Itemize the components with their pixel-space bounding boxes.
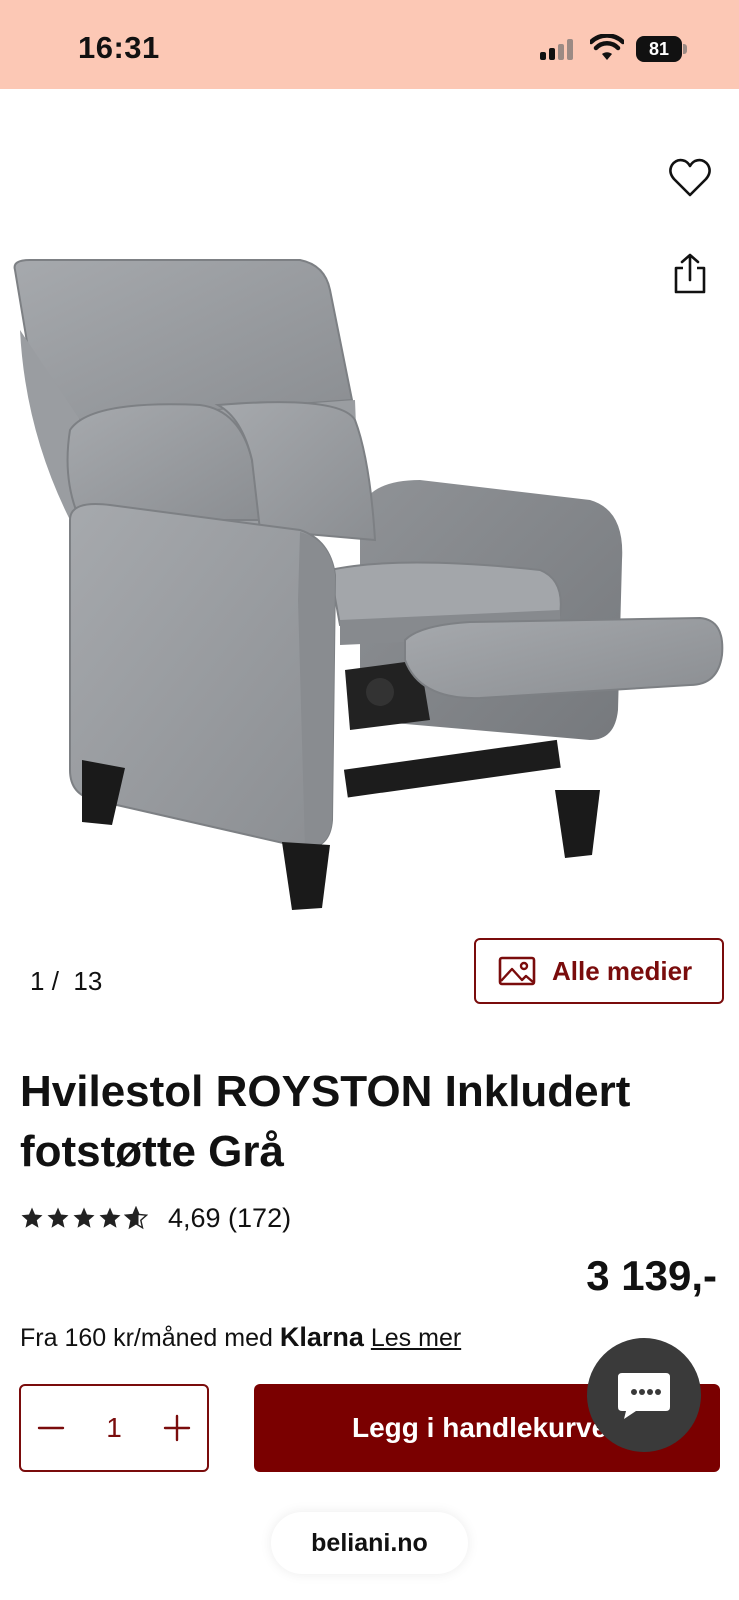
share-icon[interactable] xyxy=(670,252,710,296)
status-bar: 16:31 81 xyxy=(0,0,739,89)
favorite-heart-icon[interactable] xyxy=(666,154,714,202)
gallery-pager: 1 / 13 xyxy=(30,966,102,997)
klarna-logo: Klarna xyxy=(279,1322,364,1352)
star-icon xyxy=(99,1207,121,1228)
chat-bubble-icon xyxy=(618,1373,670,1419)
star-icon xyxy=(47,1207,69,1228)
star-icon xyxy=(21,1207,43,1228)
battery-icon: 81 xyxy=(636,36,688,62)
product-title: Hvilestol ROYSTON Inkludert fotstøtte Gr… xyxy=(20,1067,631,1176)
financing-read-more-link[interactable]: Les mer xyxy=(371,1324,461,1352)
battery-level: 81 xyxy=(636,36,682,62)
star-half-icon xyxy=(124,1206,148,1230)
rating-text: 4,69 (172) xyxy=(168,1202,292,1233)
product-price: 3 139,- xyxy=(586,1252,717,1299)
product-rating[interactable]: 4,69 (172) xyxy=(20,1200,291,1236)
add-to-cart-label: Legg i handlekurven xyxy=(352,1412,625,1443)
gallery-index: 1 xyxy=(30,966,45,996)
status-time: 16:31 xyxy=(78,30,160,65)
wifi-icon xyxy=(590,34,624,60)
gallery-separator: / xyxy=(51,966,59,996)
chat-button[interactable] xyxy=(587,1338,701,1452)
quantity-value[interactable]: 1 xyxy=(81,1412,147,1444)
cellular-signal-icon xyxy=(540,38,576,60)
minus-icon[interactable] xyxy=(31,1408,71,1448)
product-image[interactable] xyxy=(0,100,739,930)
plus-icon[interactable] xyxy=(157,1408,197,1448)
rating-stars xyxy=(20,1206,150,1230)
financing-info: Fra 160 kr/måned med Klarna Les mer xyxy=(20,1322,461,1353)
star-icon xyxy=(73,1207,95,1228)
quantity-stepper: 1 xyxy=(19,1384,209,1472)
all-media-label: Alle medier xyxy=(552,955,693,986)
gallery-total: 13 xyxy=(73,966,103,996)
financing-prefix: Fra 160 kr/måned med xyxy=(20,1324,273,1352)
browser-url-bar[interactable]: beliani.no xyxy=(271,1512,468,1574)
image-gallery-icon xyxy=(498,956,536,986)
all-media-button[interactable]: Alle medier xyxy=(474,938,724,1004)
